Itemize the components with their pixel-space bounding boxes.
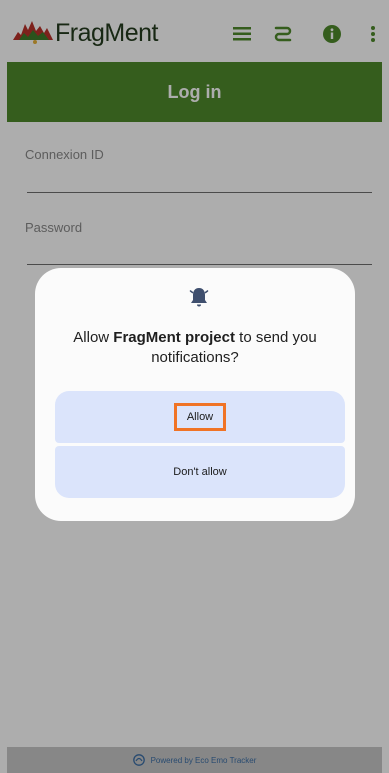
dialog-message: Allow FragMent project to send you notif… <box>55 328 335 368</box>
allow-button-label: Allow <box>173 403 227 431</box>
dont-allow-button-label: Don't allow <box>173 466 227 478</box>
notification-bell-icon <box>189 288 209 307</box>
dialog-text-prefix: Allow <box>73 329 114 346</box>
notification-permission-dialog: Allow FragMent project to send you notif… <box>35 268 355 521</box>
dialog-app-name: FragMent project <box>113 329 235 346</box>
dont-allow-button[interactable]: Don't allow <box>55 446 345 498</box>
allow-button[interactable]: Allow <box>55 391 345 443</box>
